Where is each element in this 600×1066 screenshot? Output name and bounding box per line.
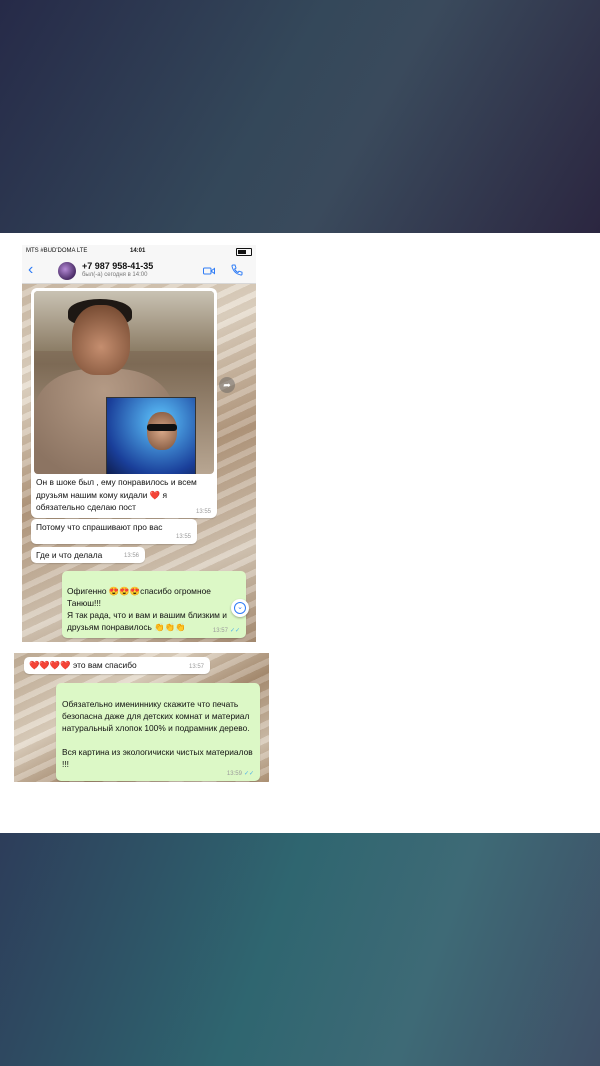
portrait-canvas <box>106 397 196 474</box>
message-time: 13:55 <box>175 534 191 540</box>
message-text: Он в шоке был , ему понравилось и всем д… <box>36 477 197 512</box>
shared-photo[interactable] <box>34 291 214 474</box>
message-time: 13:55 <box>195 509 211 515</box>
chevron-left-icon[interactable]: ‹ <box>28 261 33 279</box>
message-text: ❤️❤️❤️❤️ это вам спасибо <box>29 660 137 670</box>
avatar[interactable] <box>58 262 76 280</box>
message-incoming: Потому что спрашивают про вас 13:55 <box>31 519 197 544</box>
message-time: 13:56 <box>123 553 139 559</box>
top-gradient-band <box>0 0 600 233</box>
status-bar: MTS #BUD'DOMA LTE 14:01 <box>22 245 256 259</box>
contact-status: был(-а) сегодня в 14:00 <box>82 272 148 278</box>
video-camera-icon[interactable] <box>203 265 215 277</box>
message-incoming: ❤️❤️❤️❤️ это вам спасибо 13:57 <box>24 657 210 674</box>
message-time: 13:59 ✓✓ <box>226 771 254 777</box>
message-text: Обязательно имениннику скажите что печат… <box>62 699 253 769</box>
chat-header: ‹ +7 987 958-41-35 был(-а) сегодня в 14:… <box>22 259 256 284</box>
chevron-down-icon: ⌄ <box>234 602 246 614</box>
bottom-gradient-band <box>0 833 600 1066</box>
message-time: 13:57 <box>188 664 204 670</box>
message-text: Потому что спрашивают про вас <box>36 522 163 532</box>
message-time: 13:57 ✓✓ <box>212 628 240 634</box>
chat-screenshot-1: MTS #BUD'DOMA LTE 14:01 ‹ +7 987 958-41-… <box>22 245 256 642</box>
battery-icon <box>236 248 252 256</box>
clock: 14:01 <box>130 248 146 254</box>
contact-name[interactable]: +7 987 958-41-35 <box>82 261 153 271</box>
message-text: Где и что делала <box>36 550 103 560</box>
forward-icon[interactable]: ➦ <box>219 377 235 393</box>
message-outgoing: Офигенно 😍😍😍спасибо огромное Танюш!!! Я … <box>62 571 246 638</box>
chat-screenshot-2: ❤️❤️❤️❤️ это вам спасибо 13:57 Обязатель… <box>14 653 269 782</box>
phone-icon[interactable] <box>231 264 243 276</box>
message-text: Офигенно 😍😍😍спасибо огромное Танюш!!! Я … <box>67 586 227 632</box>
message-incoming: Где и что делала 13:56 <box>31 547 145 563</box>
scroll-down-button[interactable]: ⌄ <box>231 599 249 617</box>
carrier-label: MTS #BUD'DOMA LTE <box>26 248 88 254</box>
photo-message[interactable]: Он в шоке был , ему понравилось и всем д… <box>31 288 217 518</box>
message-outgoing: Обязательно имениннику скажите что печат… <box>56 683 260 781</box>
